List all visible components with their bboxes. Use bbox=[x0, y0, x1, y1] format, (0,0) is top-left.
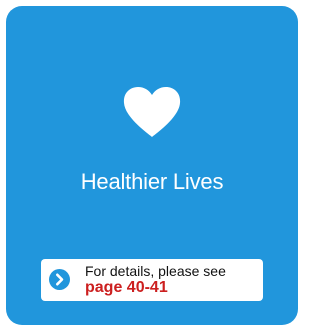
page-reference-callout[interactable]: For details, please see page 40-41 bbox=[41, 259, 263, 301]
chevron-right-circle-icon bbox=[49, 269, 70, 290]
page-reference-link[interactable]: page 40-41 bbox=[85, 279, 168, 297]
healthier-lives-card: Healthier Lives For details, please see … bbox=[6, 6, 298, 325]
heart-icon bbox=[123, 87, 181, 137]
card-title: Healthier Lives bbox=[80, 169, 224, 194]
callout-intro-text: For details, please see bbox=[85, 263, 226, 279]
